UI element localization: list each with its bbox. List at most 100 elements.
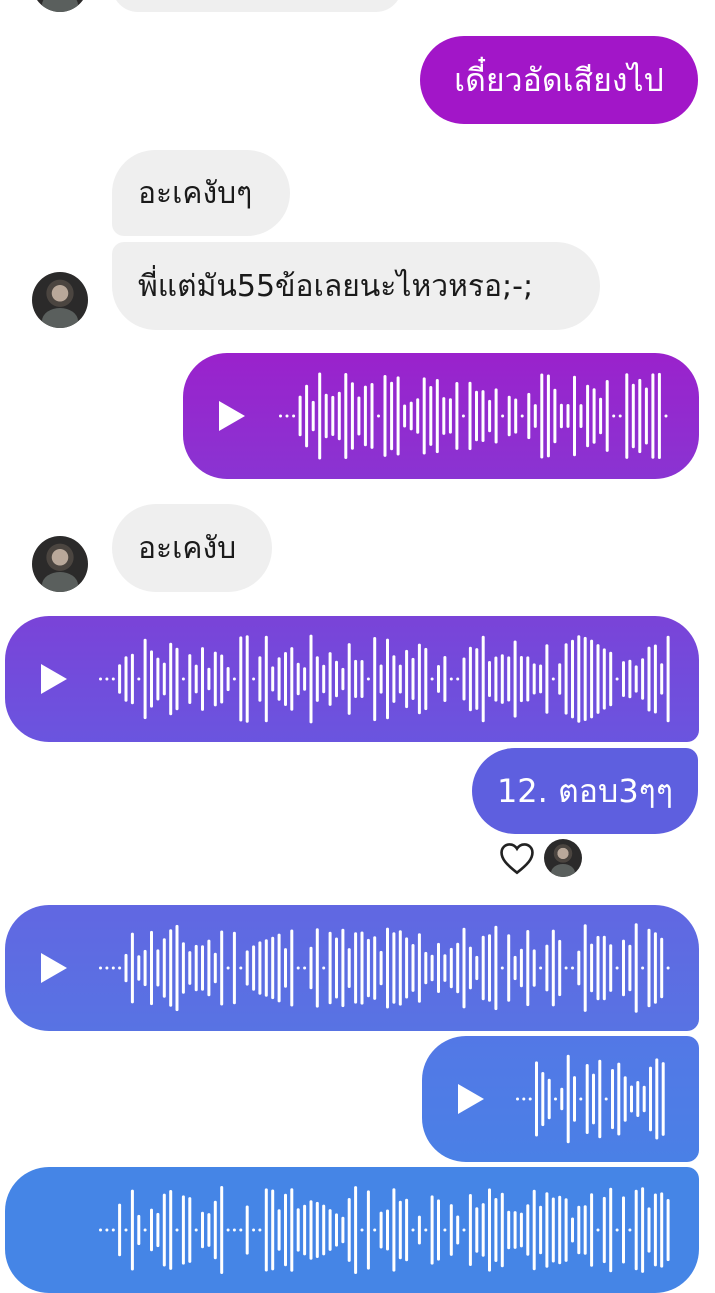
waveform-bar [494, 1198, 498, 1262]
waveform-bar [533, 404, 537, 428]
waveform-bar [579, 1097, 583, 1101]
waveform-bar [137, 1214, 141, 1246]
waveform-bar [609, 651, 613, 707]
voice-message[interactable] [183, 353, 699, 479]
waveform-bar [398, 664, 402, 694]
waveform-bar [564, 643, 568, 715]
waveform-bar [143, 1228, 147, 1232]
waveform-bar [564, 966, 568, 970]
waveform-bar [162, 662, 166, 696]
waveform-bar [583, 924, 587, 1012]
waveform-bar [625, 373, 629, 459]
play-icon[interactable] [219, 401, 245, 431]
waveform-bar [169, 1190, 173, 1270]
incoming-message[interactable]: อะเคงับ [112, 504, 272, 592]
voice-message[interactable] [5, 1167, 699, 1293]
waveform-bar [322, 1204, 326, 1256]
play-icon[interactable] [41, 664, 67, 694]
voice-message[interactable] [422, 1036, 699, 1162]
waveform-bar [566, 404, 570, 428]
incoming-message[interactable]: อะเคงับๆ [112, 150, 290, 236]
waveform-bar [398, 930, 402, 1006]
waveform-bar [392, 655, 396, 703]
waveform-bar [516, 1097, 519, 1101]
voice-message[interactable] [5, 616, 699, 742]
play-icon[interactable] [458, 1084, 484, 1114]
waveform-bar [628, 659, 632, 699]
waveform-bar [462, 657, 466, 701]
waveform-bar [422, 377, 426, 455]
outgoing-message[interactable]: 12. ตอบ3ๆๆ [472, 748, 698, 834]
waveform-bar [239, 1228, 243, 1232]
waveform-bar [130, 932, 134, 1004]
waveform-bar [571, 639, 574, 719]
waveform-bar [641, 966, 645, 970]
waveform-bar [360, 931, 364, 1005]
waveform-bar [615, 1228, 619, 1232]
waveform-bar [564, 1198, 568, 1262]
waveform-bar [277, 1209, 281, 1251]
waveform-bar [634, 1189, 638, 1271]
waveform-bar [181, 677, 185, 681]
waveform-bar [303, 1204, 307, 1256]
waveform-bar [641, 658, 645, 700]
waveform-bar [99, 1228, 102, 1232]
waveform-bar [271, 936, 275, 1000]
waveform-bar [592, 1073, 595, 1125]
play-icon[interactable] [41, 953, 67, 983]
waveform-bar [194, 1228, 198, 1232]
waveform-bar [379, 950, 383, 986]
waveform-bar [475, 648, 479, 710]
waveform-bar [660, 1192, 664, 1268]
outgoing-message[interactable]: เดี๋ยวอัดเสียงไป [420, 36, 698, 124]
waveform-bar [590, 943, 594, 993]
waveform-bar [545, 644, 549, 714]
waveform-bar [417, 1215, 421, 1245]
waveform-bar [622, 661, 625, 697]
waveform-bar [315, 928, 319, 1008]
waveform-bar [448, 398, 452, 434]
incoming-message[interactable]: พี่แต่มัน55ข้อเลยนะไหวหรอ;-; [112, 242, 600, 330]
waveform-bar [449, 677, 453, 681]
waveform-bar [169, 642, 173, 716]
waveform-bar [657, 372, 661, 459]
waveform-bar [296, 662, 300, 696]
waveform-bar [150, 650, 153, 708]
waveform-bar [417, 933, 421, 1003]
waveform-bar [328, 652, 332, 706]
waveform-bar [341, 667, 345, 691]
waveform-bar [424, 951, 428, 985]
heart-icon[interactable] [498, 841, 536, 875]
avatar[interactable] [32, 536, 88, 592]
waveform-bar [577, 635, 581, 723]
avatar[interactable] [544, 839, 582, 877]
waveform-bar [545, 944, 549, 992]
avatar[interactable] [32, 272, 88, 328]
waveform-bar [653, 932, 657, 1004]
waveform-bar [322, 966, 326, 970]
waveform-bar [513, 955, 517, 981]
waveform-bar [481, 390, 485, 442]
voice-message[interactable] [5, 905, 699, 1031]
waveform-bar [226, 1228, 230, 1232]
waveform-bar [653, 1193, 657, 1267]
waveform-bar [357, 396, 361, 436]
waveform-bar [653, 644, 657, 714]
waveform-bar [279, 414, 282, 418]
waveform-bar [150, 930, 153, 1006]
waveform [279, 372, 668, 460]
waveform-bar [194, 944, 198, 992]
waveform-bar [405, 649, 409, 709]
waveform-bar [315, 656, 319, 702]
waveform-bar [360, 660, 364, 698]
waveform-bar [611, 1069, 614, 1130]
waveform-bar [475, 955, 479, 981]
waveform-bar [392, 932, 396, 1004]
waveform-bar [284, 652, 287, 706]
waveform-bar [245, 1205, 249, 1255]
avatar[interactable] [32, 0, 88, 12]
waveform-bar [642, 1085, 646, 1113]
waveform-bar [571, 1217, 574, 1243]
waveform-bar [528, 1097, 532, 1101]
waveform-bar [468, 381, 472, 451]
